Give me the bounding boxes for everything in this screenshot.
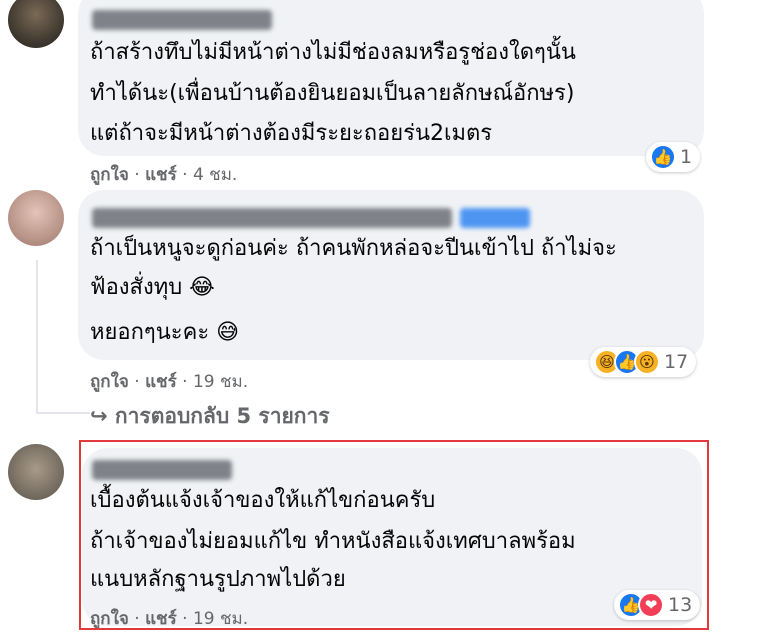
comment-text-line: ถ้าสร้างทึบไม่มีหน้าต่างไม่มีช่องลมหรือร… <box>90 40 576 65</box>
comment-bubble: ถ้าสร้างทึบไม่มีหน้าต่างไม่มีช่องลมหรือร… <box>78 0 704 156</box>
comment-bubble: ถ้าเป็นหนูจะดูก่อนค่ะ ถ้าคนพักหล่อจะปีนเ… <box>78 190 704 360</box>
thread-connector <box>36 412 90 414</box>
share-link[interactable]: แชร์ <box>145 372 177 392</box>
view-replies-link[interactable]: ↪ การตอบกลับ 5 รายการ <box>90 400 330 433</box>
follow-badge[interactable] <box>460 208 530 228</box>
comment-text-line: แต่ถ้าจะมีหน้าต่างต้องมีระยะถอยร่น2เมตร <box>90 121 493 146</box>
reaction-count: 17 <box>664 351 689 373</box>
reaction-count: 1 <box>680 146 693 168</box>
comment-author[interactable] <box>92 10 272 30</box>
timestamp[interactable]: 4 ชม. <box>193 165 237 185</box>
comment-text-line: ทำได้นะ(เพื่อนบ้านต้องยินยอมเป็นลายลักษณ… <box>90 81 575 106</box>
share-link[interactable]: แชร์ <box>145 165 177 185</box>
like-link[interactable]: ถูกใจ <box>90 372 129 392</box>
avatar[interactable] <box>8 0 64 48</box>
avatar[interactable] <box>8 444 64 500</box>
comment-author[interactable] <box>92 208 452 228</box>
comment-text-line: ถ้าเป็นหนูจะดูก่อนค่ะ ถ้าคนพักหล่อจะปีนเ… <box>90 236 617 261</box>
reaction-summary[interactable]: 👍 1 <box>646 142 701 172</box>
comment-actions: ถูกใจ · แชร์ · 4 ชม. <box>90 165 238 185</box>
comment-text-line: ฟ้องสั่งทุบ 😂 <box>90 275 215 300</box>
thread-line <box>36 260 38 412</box>
comment-text-line: หยอกๆนะคะ 😅 <box>90 320 240 345</box>
comment-actions: ถูกใจ · แชร์ · 19 ชม. <box>90 372 249 392</box>
timestamp[interactable]: 19 ชม. <box>193 372 248 392</box>
wow-icon: 😮 <box>634 349 660 375</box>
highlight-box <box>79 440 709 630</box>
avatar[interactable] <box>8 190 64 246</box>
reaction-summary[interactable]: 😆 👍 😮 17 <box>590 347 697 377</box>
like-icon: 👍 <box>650 144 676 170</box>
like-link[interactable]: ถูกใจ <box>90 165 129 185</box>
